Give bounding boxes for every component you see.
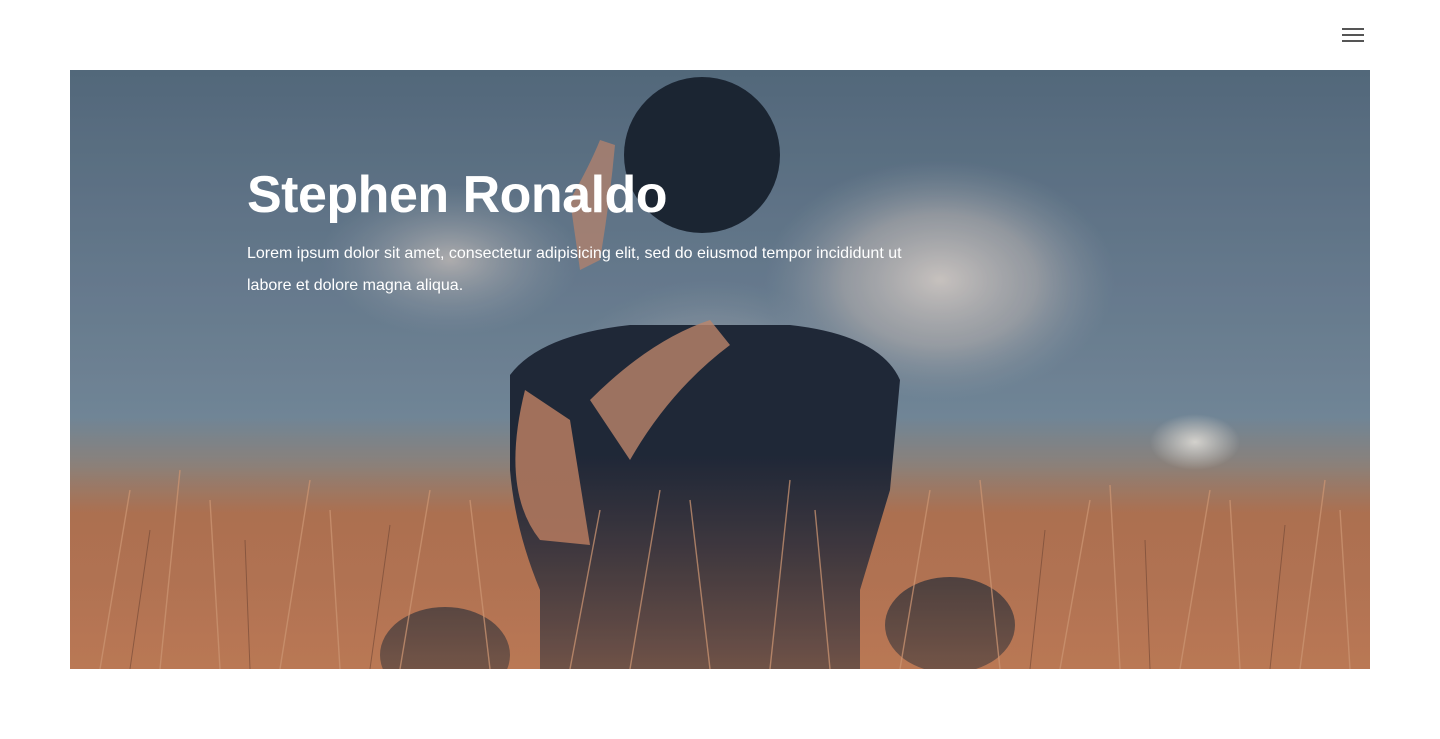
hero-title: Stephen Ronaldo xyxy=(247,166,668,224)
hero-overlay xyxy=(70,70,1370,669)
menu-bar-line xyxy=(1342,34,1364,36)
hero-section: Stephen Ronaldo Lorem ipsum dolor sit am… xyxy=(70,70,1370,669)
menu-bar-line xyxy=(1342,40,1364,42)
menu-bar-line xyxy=(1342,28,1364,30)
page: Stephen Ronaldo Lorem ipsum dolor sit am… xyxy=(0,0,1440,739)
hamburger-menu-icon[interactable] xyxy=(1338,22,1368,48)
hero-description: Lorem ipsum dolor sit amet, consectetur … xyxy=(247,245,902,294)
top-bar xyxy=(0,0,1440,70)
